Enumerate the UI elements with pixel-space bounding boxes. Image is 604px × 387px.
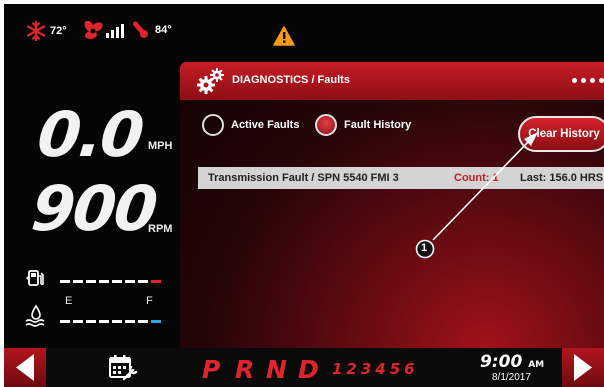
signal-bars-icon (106, 24, 124, 38)
arrow-left-icon (16, 354, 34, 381)
def-level-bar (60, 320, 161, 323)
fault-name: Transmission Fault / SPN 5540 FMI 3 (208, 172, 399, 184)
fuel-level-bar (60, 280, 161, 283)
def-fluid-icon (25, 304, 45, 327)
rpm-value: 900 (28, 172, 160, 245)
radio-active-faults[interactable]: Active Faults (202, 114, 299, 136)
callout-arrow (415, 132, 538, 259)
gear-r: R (235, 355, 255, 384)
speed-unit: MPH (148, 140, 173, 152)
radio-fault-history-label: Fault History (344, 119, 412, 131)
clock-time: 9:00 (480, 352, 523, 372)
gear-n: N (266, 355, 287, 384)
radio-fault-history[interactable]: Fault History (315, 114, 411, 136)
page-dot (572, 78, 577, 83)
fan-icon (84, 21, 103, 40)
outside-temp-status: 84° (128, 19, 172, 41)
gear-d: D (298, 355, 319, 384)
diagnostics-panel: DIAGNOSTICS / Faults Active Faults Fault… (180, 62, 604, 348)
gauge-empty-label: E (65, 295, 73, 307)
gauge-full-label: F (146, 295, 153, 307)
page-indicator (572, 78, 604, 83)
clock: 9:00 AM (480, 352, 544, 372)
snowflake-icon (26, 21, 46, 41)
fuel-pump-icon (26, 270, 44, 286)
panel-title: DIAGNOSTICS / Faults (232, 74, 350, 86)
maintenance-calendar-icon[interactable] (108, 354, 138, 382)
rpm-unit: RPM (148, 223, 173, 235)
radio-active-faults-label: Active Faults (231, 119, 300, 131)
radio-circle[interactable] (202, 114, 224, 136)
gear-numbers: 123456 (332, 360, 419, 378)
gears-icon (197, 68, 224, 94)
page-dot (599, 78, 604, 83)
panel-header: DIAGNOSTICS / Faults (180, 62, 604, 100)
clock-ampm: AM (528, 360, 545, 370)
coolant-temp: 72° (50, 25, 67, 37)
callout-number: 1 (421, 242, 428, 254)
page-dot (581, 78, 586, 83)
arrow-right-icon (574, 354, 592, 381)
warning-icon (273, 26, 295, 46)
radio-circle-selected[interactable] (315, 114, 337, 136)
display-screen: 72° 84° 0.0 MPH 900 RPM E F DIAGNOSTICS … (4, 4, 604, 387)
page-dot (590, 78, 595, 83)
speed-value: 0.0 (34, 98, 146, 171)
fan-status (82, 21, 124, 41)
outside-temp: 84° (155, 24, 172, 36)
previous-page-button[interactable] (4, 348, 46, 387)
warning-indicator[interactable] (273, 26, 295, 51)
next-page-button[interactable] (562, 348, 604, 387)
coolant-status: 72° (26, 21, 67, 41)
clock-date: 8/1/2017 (492, 372, 531, 383)
thermometer-icon (133, 21, 148, 38)
gear-p: P (202, 355, 221, 384)
